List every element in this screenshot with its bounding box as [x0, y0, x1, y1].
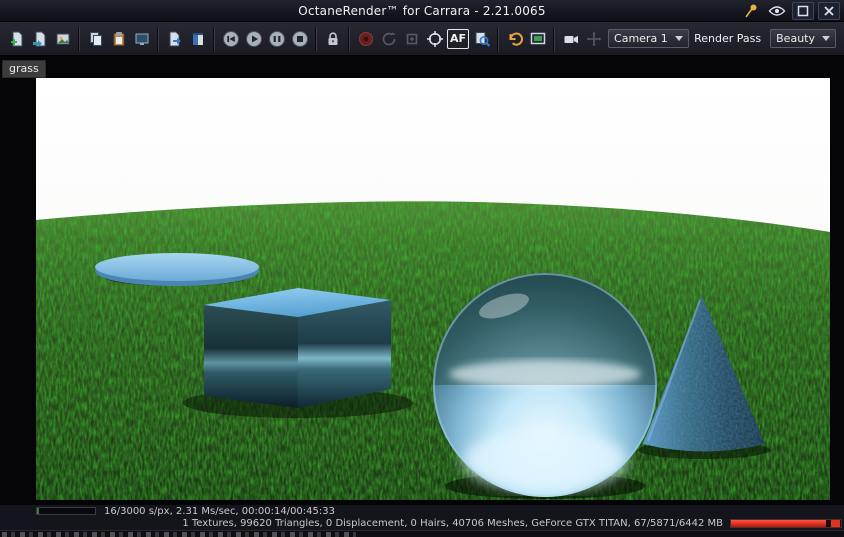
- maximize-icon: [797, 5, 809, 17]
- gpu-memory-cap: [831, 520, 840, 527]
- toolbar-separator: [78, 26, 80, 51]
- restart-render-icon: [222, 30, 239, 47]
- infobar: 1 Textures, 99620 Triangles, 0 Displacem…: [0, 517, 844, 530]
- play-render-button[interactable]: [242, 26, 265, 52]
- toolbar-separator: [553, 26, 556, 51]
- camera-select[interactable]: Camera 1: [608, 29, 689, 48]
- statusbar: 16/3000 s/px, 2.31 Ms/sec, 00:00:14/00:4…: [0, 505, 844, 517]
- render-region-button[interactable]: [470, 26, 493, 52]
- scene-stats-text: 1 Textures, 99620 Triangles, 0 Displacem…: [182, 518, 723, 529]
- export-material-icon: [169, 31, 181, 46]
- focus-picker-button[interactable]: [423, 26, 446, 52]
- render-pass-group: Render Pass Beauty: [694, 29, 839, 48]
- open-scene-button[interactable]: [28, 26, 51, 52]
- cube-left-face: [204, 305, 298, 408]
- sync-button[interactable]: [400, 26, 423, 52]
- toolbar: AF Camera 1 Render Pass Beauty: [0, 22, 844, 56]
- stop-render-button[interactable]: [288, 26, 311, 52]
- material-library-icon: [192, 32, 203, 45]
- export-material-button[interactable]: [163, 26, 186, 52]
- chevron-down-icon: [674, 36, 683, 41]
- focus-picker-icon: [426, 30, 443, 47]
- fullscreen-button[interactable]: [526, 26, 549, 52]
- chevron-down-icon: [822, 36, 830, 41]
- cube-right-face: [298, 300, 391, 408]
- sphere-horizon-band: [449, 360, 641, 388]
- toolbar-separator: [497, 26, 500, 51]
- toolbar-separator: [213, 26, 215, 51]
- scene-tab[interactable]: grass: [2, 60, 46, 78]
- gpu-memory-bar: [730, 519, 842, 528]
- pin-button[interactable]: [740, 2, 762, 20]
- stop-render-icon: [291, 30, 308, 47]
- disc-top: [95, 253, 259, 281]
- clone-window-button[interactable]: [130, 26, 153, 52]
- sync-icon: [406, 33, 417, 44]
- camera-transform-icon: [586, 31, 602, 46]
- render-region-icon: [475, 31, 490, 47]
- window-controls: [740, 0, 840, 22]
- titlebar[interactable]: OctaneRender™ for Carrara - 2.21.0065: [0, 0, 844, 22]
- visibility-button[interactable]: [766, 2, 788, 20]
- octane-render-window: OctaneRender™ for Carrara - 2.21.0065 AF…: [0, 0, 844, 537]
- save-image-icon: [56, 33, 69, 44]
- truncated-text-marks: [2, 532, 357, 537]
- pause-render-icon: [268, 30, 285, 47]
- gpu-memory-fill: [731, 520, 826, 527]
- render-pass-select-value: Beauty: [776, 32, 815, 45]
- lock-resolution-icon: [328, 31, 337, 45]
- camera-icon: [564, 35, 578, 43]
- pin-icon: [745, 4, 757, 18]
- render-stats-text: 16/3000 s/px, 2.31 Ms/sec, 00:00:14/00:4…: [104, 505, 335, 517]
- copy-button[interactable]: [84, 26, 107, 52]
- pause-render-button[interactable]: [265, 26, 288, 52]
- restart-render-button[interactable]: [219, 26, 242, 52]
- clone-window-icon: [135, 33, 148, 45]
- render-viewport[interactable]: grass: [0, 56, 844, 505]
- close-icon: [824, 6, 834, 16]
- render-progress-bar: [36, 507, 96, 515]
- film-settings-button[interactable]: [354, 26, 377, 52]
- close-button[interactable]: [818, 2, 840, 20]
- refresh-icon: [382, 32, 396, 45]
- paste-button[interactable]: [107, 26, 130, 52]
- render-pass-label: Render Pass: [694, 32, 762, 45]
- material-library-button[interactable]: [186, 26, 209, 52]
- toolbar-separator: [348, 26, 350, 51]
- camera-select-value: Camera 1: [614, 32, 668, 45]
- refresh-button[interactable]: [377, 26, 400, 52]
- eye-icon: [768, 6, 786, 16]
- render-scene[interactable]: [36, 78, 830, 500]
- window-title: OctaneRender™ for Carrara - 2.21.0065: [298, 3, 546, 18]
- toolbar-separator: [315, 26, 317, 51]
- save-image-button[interactable]: [51, 26, 74, 52]
- new-scene-icon: [10, 31, 22, 46]
- af-toggle[interactable]: AF: [447, 28, 470, 49]
- render-progress-fill: [37, 508, 40, 514]
- copy-icon: [89, 31, 102, 46]
- film-settings-icon: [358, 31, 373, 46]
- undo-button[interactable]: [503, 26, 526, 52]
- paste-icon: [113, 31, 124, 46]
- lock-resolution-button[interactable]: [321, 26, 344, 52]
- play-render-icon: [245, 30, 262, 47]
- open-scene-icon: [32, 31, 45, 47]
- camera-button[interactable]: [559, 26, 582, 52]
- render-pass-select[interactable]: Beauty: [770, 29, 836, 48]
- fullscreen-icon: [530, 32, 545, 44]
- maximize-button[interactable]: [792, 2, 814, 20]
- undo-icon: [509, 32, 523, 46]
- new-scene-button[interactable]: [5, 26, 28, 52]
- toolbar-separator: [157, 26, 159, 51]
- camera-transform-button[interactable]: [582, 26, 605, 52]
- background-window-edge: [0, 530, 844, 537]
